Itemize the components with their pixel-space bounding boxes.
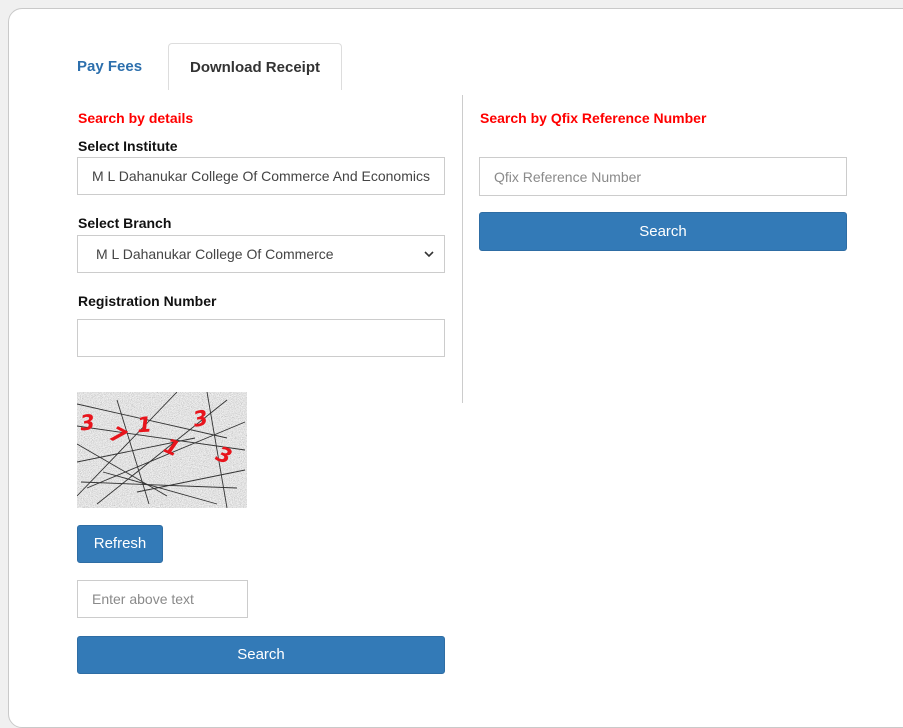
registration-number-input[interactable] — [77, 319, 445, 357]
branch-select-value: M L Dahanukar College Of Commerce — [96, 246, 334, 262]
select-institute-label: Select Institute — [78, 138, 178, 154]
captcha-image: 3 7 1 1 3 3 — [77, 392, 247, 508]
captcha-input[interactable] — [77, 580, 248, 618]
branch-select[interactable]: M L Dahanukar College Of Commerce — [77, 235, 445, 273]
select-branch-label: Select Branch — [78, 215, 172, 231]
institute-field[interactable] — [77, 157, 445, 195]
captcha-char: 3 — [79, 410, 96, 435]
registration-number-label: Registration Number — [78, 293, 217, 309]
captcha-char: 1 — [136, 412, 152, 437]
qfix-reference-input[interactable] — [479, 157, 847, 196]
column-divider — [462, 95, 463, 403]
chevron-down-icon — [424, 251, 434, 258]
tab-pay-fees[interactable]: Pay Fees — [67, 43, 167, 90]
refresh-captcha-button[interactable]: Refresh — [77, 525, 163, 563]
tab-download-receipt[interactable]: Download Receipt — [168, 43, 342, 90]
search-by-qfix-title: Search by Qfix Reference Number — [480, 110, 707, 126]
search-by-qfix-button[interactable]: Search — [479, 212, 847, 251]
search-by-details-button[interactable]: Search — [77, 636, 445, 674]
search-by-details-title: Search by details — [78, 110, 194, 126]
receipt-panel: Pay Fees Download Receipt Search by deta… — [8, 8, 903, 728]
